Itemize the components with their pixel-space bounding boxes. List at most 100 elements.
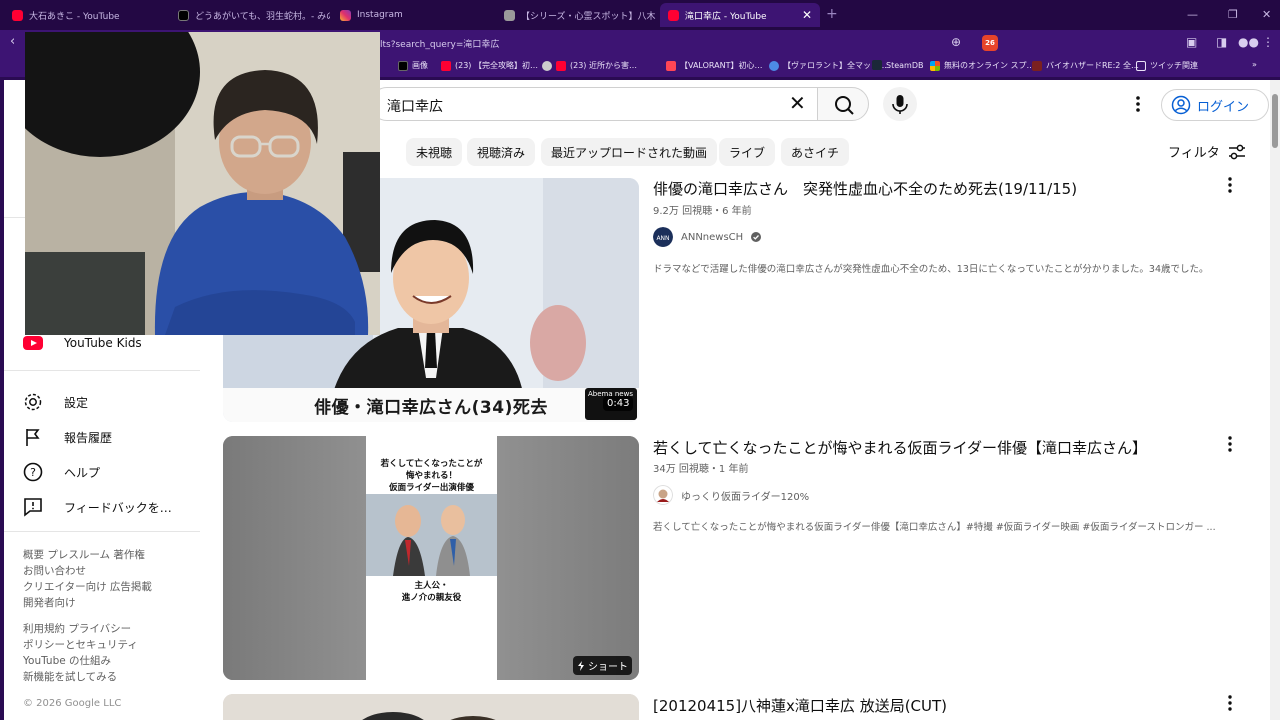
sidebar-divider xyxy=(4,370,200,371)
x-favicon xyxy=(398,60,408,71)
chip-filter[interactable]: 視聴済み xyxy=(467,138,536,166)
video-title-link[interactable]: 若くして亡くなったことが悔やまれる仮面ライダー俳優【滝口幸広さん】 xyxy=(653,437,1147,458)
gear-icon xyxy=(24,393,42,411)
bookmark-item[interactable]: (23) 【完全攻略】初… xyxy=(441,60,538,71)
video-action-menu-icon[interactable] xyxy=(1226,694,1234,712)
microsoft-favicon xyxy=(930,60,940,71)
footer-link[interactable]: 利用規約 プライバシー xyxy=(23,621,131,636)
youtube-favicon xyxy=(556,60,566,71)
login-label: ログイン xyxy=(1197,99,1250,115)
reading-mode-icon[interactable]: ▣ xyxy=(1186,35,1197,49)
valorant-favicon xyxy=(666,60,676,71)
chip-filter[interactable]: あさイチ xyxy=(781,138,850,166)
flag-icon xyxy=(26,429,40,446)
streamer-webcam-image xyxy=(25,32,380,335)
video-description: 若くして亡くなったことが悔やまれる仮面ライダー俳優【滝口幸広さん】#特撮 #仮面… xyxy=(653,522,1216,533)
extension-badge[interactable]: 26 xyxy=(982,35,998,51)
channel-avatar: ANN xyxy=(653,227,673,247)
bookmark-item[interactable]: SteamDB xyxy=(872,60,923,70)
youtube-favicon xyxy=(668,9,679,21)
close-window-icon[interactable]: ✕ xyxy=(1262,8,1271,21)
minimize-icon[interactable]: — xyxy=(1187,8,1198,21)
sidebar-item-feedback[interactable]: フィードバックを… xyxy=(22,496,172,518)
video-title-link[interactable]: [20120415]八神蓮x滝口幸広 放送局(CUT) xyxy=(653,695,947,716)
footer-link[interactable]: YouTube の仕組み xyxy=(23,653,111,668)
thumbnail-caption: 俳優・滝口幸広さん(34)死去 xyxy=(314,397,548,418)
footer-link[interactable]: クリエイター向け 広告掲載 xyxy=(23,579,152,594)
sidebar-item-help[interactable]: ? ヘルプ xyxy=(22,461,100,483)
page-scrollbar[interactable] xyxy=(1270,80,1280,720)
channel-link[interactable]: ゆっくり仮面ライダー120% xyxy=(653,485,809,505)
sidebar-item-settings[interactable]: 設定 xyxy=(22,391,88,413)
sidebar-icon[interactable]: ◨ xyxy=(1216,35,1227,49)
browser-tab[interactable]: 【シリーズ・心霊スポット】八木山橋 | ゾゾゾ xyxy=(496,3,656,27)
svg-text:ANN: ANN xyxy=(656,235,669,242)
bookmark-item[interactable]: (23) 近所から害… xyxy=(542,60,637,71)
footer-link[interactable]: ポリシーとセキュリティ xyxy=(23,637,138,652)
feedback-icon xyxy=(24,498,42,517)
video-meta: 9.2万 回視聴・6 年前 xyxy=(653,206,752,217)
tab-title: 【シリーズ・心霊スポット】八木山橋 | ゾゾゾ xyxy=(521,11,656,22)
thumbnail-image xyxy=(223,694,639,720)
shorts-badge: ショート xyxy=(573,656,632,675)
back-icon[interactable]: ‹ xyxy=(10,34,15,49)
footer-link[interactable]: お問い合わせ xyxy=(23,563,86,578)
account-icon xyxy=(1171,95,1191,115)
video-duration: 0:43 xyxy=(603,396,634,411)
tab-title: どうあがいても、羽生蛇村。- みの将春店 xyxy=(195,11,330,22)
new-tab-button[interactable]: + xyxy=(826,6,838,22)
close-tab-icon[interactable]: ✕ xyxy=(802,8,812,22)
video-thumbnail-short[interactable]: 若くして亡くなったことが 悔やまれる！ 仮面ライダー出演俳優 主人公・ 進ノ介の… xyxy=(223,436,639,680)
help-icon: ? xyxy=(23,462,43,482)
x-favicon xyxy=(178,9,189,21)
chip-filter[interactable]: ライブ xyxy=(719,138,776,166)
maximize-icon[interactable]: ❐ xyxy=(1228,8,1238,21)
chip-filter[interactable]: 未視聴 xyxy=(406,138,463,166)
tab-title: 滝口幸広 - YouTube xyxy=(685,11,767,22)
bookmark-folder[interactable]: ツイッチ関連 xyxy=(1136,60,1198,71)
search-input[interactable]: 滝口幸広 xyxy=(370,87,820,121)
filter-button[interactable]: フィルタ xyxy=(1168,142,1246,161)
search-query[interactable]: 滝口幸広 xyxy=(387,96,443,116)
bookmark-item[interactable]: 無料のオンライン スプ… xyxy=(930,60,1035,71)
browser-tab[interactable]: どうあがいても、羽生蛇村。- みの将春店 xyxy=(170,3,330,27)
profile-icon[interactable]: ●● xyxy=(1238,35,1259,49)
video-action-menu-icon[interactable] xyxy=(1226,435,1234,453)
sidebar-item-report-history[interactable]: 報告履歴 xyxy=(22,426,112,448)
filter-label: フィルタ xyxy=(1168,146,1220,161)
bookmark-item[interactable]: 画像 xyxy=(398,60,428,71)
search-button[interactable] xyxy=(817,87,869,121)
footer-link[interactable]: 新機能を試してみる xyxy=(23,669,117,684)
voice-search-button[interactable] xyxy=(883,87,917,121)
shorts-icon xyxy=(578,660,584,671)
browser-tab[interactable]: 大石あきこ - YouTube xyxy=(4,3,164,27)
tab-title: Instagram xyxy=(357,10,403,20)
menu-icon[interactable]: ⋮ xyxy=(1262,35,1274,49)
channel-link[interactable]: ANN ANNnewsCH xyxy=(653,227,762,247)
video-title-link[interactable]: 俳優の滝口幸広さん 突発性虚血心不全のため死去(19/11/15) xyxy=(653,178,1077,199)
channel-name: ゆっくり仮面ライダー120% xyxy=(681,491,810,503)
url-text[interactable]: lts?search_query=滝口幸広 xyxy=(380,37,499,50)
settings-menu-icon[interactable] xyxy=(1132,94,1144,114)
browser-tab-active[interactable]: 滝口幸広 - YouTube ✕ xyxy=(660,3,820,27)
video-description: ドラマなどで活躍した俳優の滝口幸広さんが突発性虚血心不全のため、13日に亡くなっ… xyxy=(653,264,1209,275)
scrollbar-thumb[interactable] xyxy=(1272,94,1278,148)
filter-icon xyxy=(1228,144,1245,159)
chip-filter[interactable]: 最近アップロードされた動画 xyxy=(541,138,718,166)
sidebar-divider xyxy=(4,531,200,532)
video-thumbnail[interactable] xyxy=(223,694,639,720)
video-action-menu-icon[interactable] xyxy=(1226,176,1234,194)
clear-search-icon[interactable]: ✕ xyxy=(789,92,806,114)
bookmark-item[interactable]: 【VALORANT】初心… xyxy=(666,60,762,71)
sidebar-item-youtube-kids[interactable]: YouTube Kids xyxy=(22,335,142,351)
browser-tab[interactable]: Instagram xyxy=(332,3,492,27)
bookmarks-overflow-icon[interactable]: » xyxy=(1252,60,1257,69)
footer-link[interactable]: 開発者向け xyxy=(23,595,76,610)
zoom-icon[interactable]: ⊕ xyxy=(951,35,961,49)
footer-link[interactable]: 概要 プレスルーム 著作権 xyxy=(23,547,145,562)
bookmark-item[interactable]: バイオハザードRE:2 全… xyxy=(1032,60,1139,71)
login-button[interactable]: ログイン xyxy=(1161,89,1269,121)
folder-icon xyxy=(1136,60,1146,71)
channel-name: ANNnewsCH xyxy=(681,231,744,243)
bookmark-item[interactable]: 【ヴァロラント】全マップ… xyxy=(769,60,887,71)
